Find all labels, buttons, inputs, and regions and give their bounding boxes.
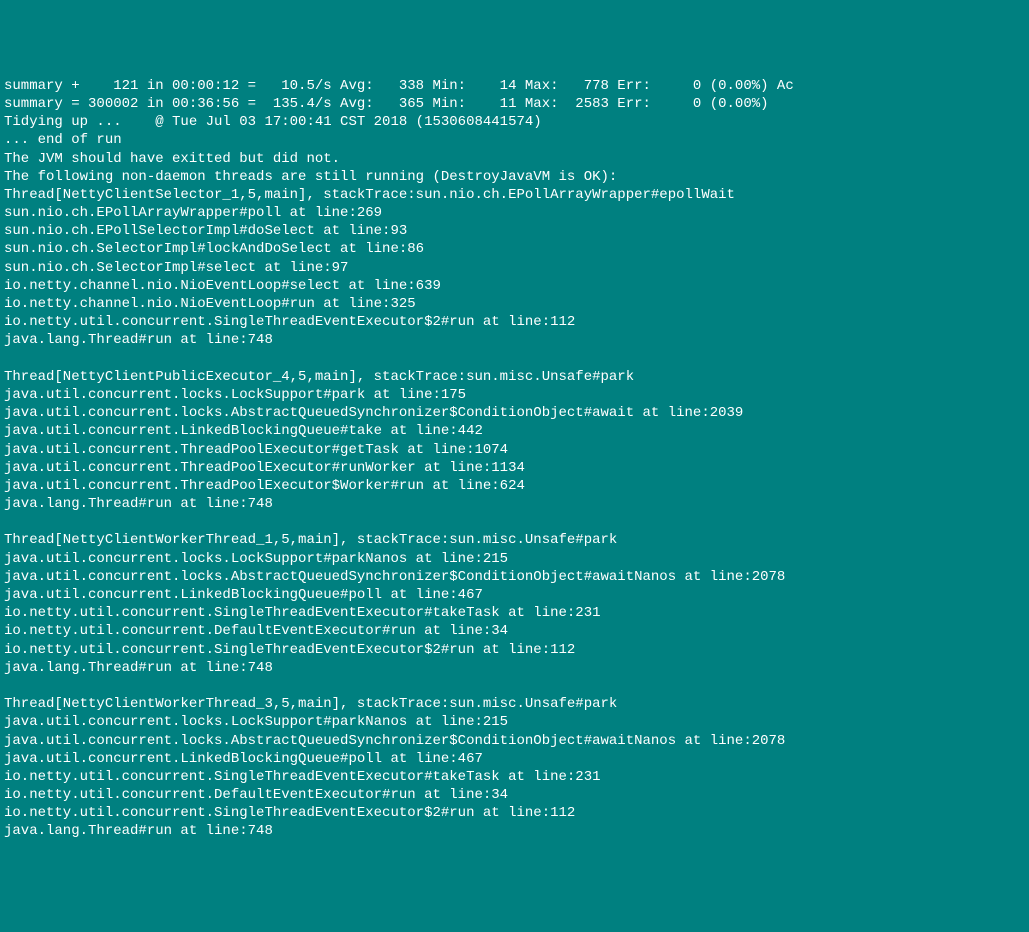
terminal-line: java.util.concurrent.ThreadPoolExecutor$…	[4, 477, 1025, 495]
terminal-line: java.util.concurrent.locks.LockSupport#p…	[4, 386, 1025, 404]
terminal-line: Thread[NettyClientSelector_1,5,main], st…	[4, 186, 1025, 204]
terminal-line: io.netty.util.concurrent.SingleThreadEve…	[4, 804, 1025, 822]
terminal-line: java.lang.Thread#run at line:748	[4, 659, 1025, 677]
terminal-line: sun.nio.ch.EPollArrayWrapper#poll at lin…	[4, 204, 1025, 222]
terminal-line: io.netty.util.concurrent.SingleThreadEve…	[4, 604, 1025, 622]
terminal-line: io.netty.util.concurrent.DefaultEventExe…	[4, 622, 1025, 640]
terminal-line: java.util.concurrent.locks.AbstractQueue…	[4, 732, 1025, 750]
terminal-line: io.netty.util.concurrent.DefaultEventExe…	[4, 786, 1025, 804]
terminal-line	[4, 513, 1025, 531]
terminal-line: io.netty.util.concurrent.SingleThreadEve…	[4, 313, 1025, 331]
terminal-line: sun.nio.ch.EPollSelectorImpl#doSelect at…	[4, 222, 1025, 240]
terminal-line: java.lang.Thread#run at line:748	[4, 331, 1025, 349]
terminal-line: java.util.concurrent.ThreadPoolExecutor#…	[4, 459, 1025, 477]
terminal-line: sun.nio.ch.SelectorImpl#select at line:9…	[4, 259, 1025, 277]
terminal-line: summary + 121 in 00:00:12 = 10.5/s Avg: …	[4, 77, 1025, 95]
terminal-line: java.util.concurrent.locks.LockSupport#p…	[4, 713, 1025, 731]
terminal-line: io.netty.channel.nio.NioEventLoop#run at…	[4, 295, 1025, 313]
terminal-line: java.util.concurrent.locks.AbstractQueue…	[4, 568, 1025, 586]
terminal-output: summary + 121 in 00:00:12 = 10.5/s Avg: …	[4, 77, 1025, 841]
terminal-line	[4, 677, 1025, 695]
terminal-line: java.lang.Thread#run at line:748	[4, 822, 1025, 840]
terminal-line: summary = 300002 in 00:36:56 = 135.4/s A…	[4, 95, 1025, 113]
terminal-line: java.util.concurrent.locks.AbstractQueue…	[4, 404, 1025, 422]
terminal-line: Thread[NettyClientWorkerThread_1,5,main]…	[4, 531, 1025, 549]
terminal-line	[4, 350, 1025, 368]
terminal-line: java.util.concurrent.LinkedBlockingQueue…	[4, 422, 1025, 440]
terminal-line: The JVM should have exitted but did not.	[4, 150, 1025, 168]
terminal-line: Thread[NettyClientWorkerThread_3,5,main]…	[4, 695, 1025, 713]
terminal-line: The following non-daemon threads are sti…	[4, 168, 1025, 186]
terminal-line: java.util.concurrent.LinkedBlockingQueue…	[4, 586, 1025, 604]
terminal-line: java.util.concurrent.ThreadPoolExecutor#…	[4, 441, 1025, 459]
terminal-line: Thread[NettyClientPublicExecutor_4,5,mai…	[4, 368, 1025, 386]
terminal-line: java.util.concurrent.LinkedBlockingQueue…	[4, 750, 1025, 768]
terminal-line: ... end of run	[4, 131, 1025, 149]
terminal-line: io.netty.util.concurrent.SingleThreadEve…	[4, 768, 1025, 786]
terminal-line: io.netty.channel.nio.NioEventLoop#select…	[4, 277, 1025, 295]
terminal-line: java.util.concurrent.locks.LockSupport#p…	[4, 550, 1025, 568]
terminal-line: java.lang.Thread#run at line:748	[4, 495, 1025, 513]
terminal-line: Tidying up ... @ Tue Jul 03 17:00:41 CST…	[4, 113, 1025, 131]
terminal-line: io.netty.util.concurrent.SingleThreadEve…	[4, 641, 1025, 659]
terminal-line: sun.nio.ch.SelectorImpl#lockAndDoSelect …	[4, 240, 1025, 258]
